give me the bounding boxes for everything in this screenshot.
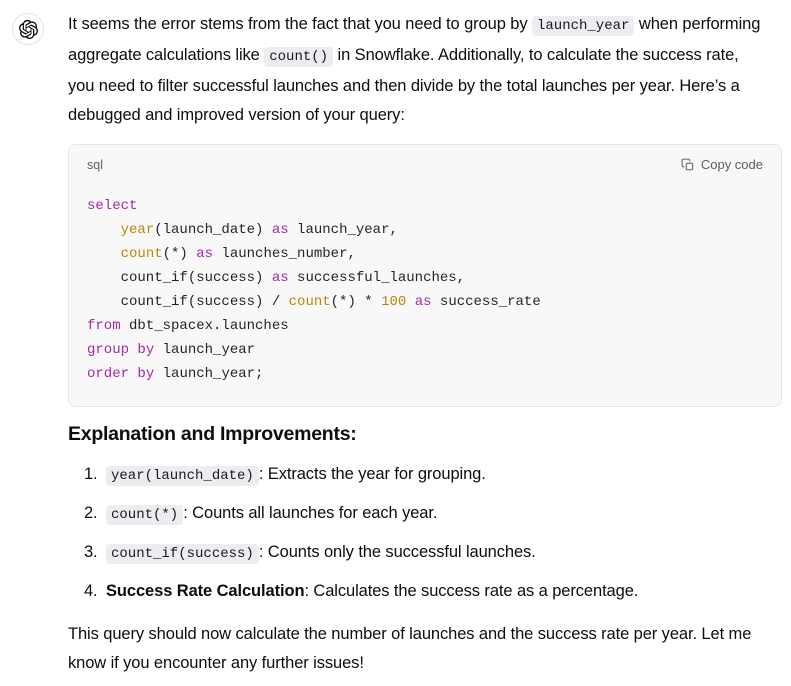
assistant-message: It seems the error stems from the fact t… — [0, 0, 791, 678]
closing-paragraph: This query should now calculate the numb… — [68, 625, 752, 672]
inline-code: count_if(success) — [106, 544, 259, 564]
copy-code-button[interactable]: Copy code — [677, 155, 767, 174]
code-token: (launch_date) — [154, 222, 272, 238]
openai-logo-icon — [12, 13, 44, 45]
code-token: success_rate — [431, 294, 541, 310]
intro-text-part1: It seems the error stems from the fact t… — [68, 15, 532, 33]
message-content: It seems the error stems from the fact t… — [68, 10, 782, 678]
code-token: dbt_spacex.launches — [120, 318, 289, 334]
list-item-text: : Calculates the success rate as a perce… — [304, 582, 639, 600]
list-item: Success Rate Calculation: Calculates the… — [102, 577, 765, 606]
code-token: count_if(success) — [87, 270, 272, 286]
inline-code: year(launch_date) — [106, 466, 259, 486]
explanation-list: year(launch_date): Extracts the year for… — [68, 460, 765, 606]
code-token: group — [87, 342, 130, 358]
code-token: (*) * — [330, 294, 382, 310]
code-token: (*) — [162, 246, 197, 262]
code-token: launch_year — [154, 342, 256, 358]
code-token: from — [87, 318, 121, 334]
code-token: year — [120, 222, 155, 238]
section-heading: Explanation and Improvements: — [68, 423, 357, 445]
code-content[interactable]: select year(launch_date) as launch_year,… — [69, 180, 781, 406]
code-token: launch_year; — [154, 366, 264, 382]
code-token: count — [120, 246, 163, 262]
code-token: count — [288, 294, 331, 310]
code-token: as — [271, 222, 289, 238]
list-item-bold-label: Success Rate Calculation — [106, 582, 305, 600]
inline-code-launch-year: launch_year — [531, 16, 635, 36]
code-token: 100 — [381, 294, 407, 310]
code-token: order — [87, 366, 130, 382]
code-token: as — [196, 246, 214, 262]
copy-icon — [681, 158, 695, 172]
list-item: count_if(success): Counts only the succe… — [102, 538, 765, 569]
code-block: sql Copy code select year(launch_date) a… — [68, 144, 782, 407]
code-token: as — [414, 294, 432, 310]
code-token: select — [87, 198, 138, 214]
code-token: as — [271, 270, 289, 286]
code-block-header: sql Copy code — [69, 145, 781, 180]
code-token: by — [137, 366, 155, 382]
copy-code-label: Copy code — [700, 157, 763, 172]
inline-code-count: count() — [264, 47, 334, 67]
list-item-text: : Extracts the year for grouping. — [258, 465, 486, 483]
code-token: successful_launches, — [288, 270, 466, 286]
list-item-text: : Counts only the successful launches. — [258, 543, 536, 561]
list-item: count(*): Counts all launches for each y… — [102, 499, 765, 530]
code-token: by — [137, 342, 155, 358]
inline-code: count(*) — [106, 505, 184, 525]
intro-paragraph: It seems the error stems from the fact t… — [68, 10, 765, 130]
list-item: year(launch_date): Extracts the year for… — [102, 460, 765, 491]
code-token: launch_year, — [288, 222, 398, 238]
code-token: count_if(success) / — [87, 294, 289, 310]
code-language-label: sql — [87, 157, 103, 172]
list-item-text: : Counts all launches for each year. — [183, 504, 438, 522]
code-token: launches_number, — [213, 246, 356, 262]
